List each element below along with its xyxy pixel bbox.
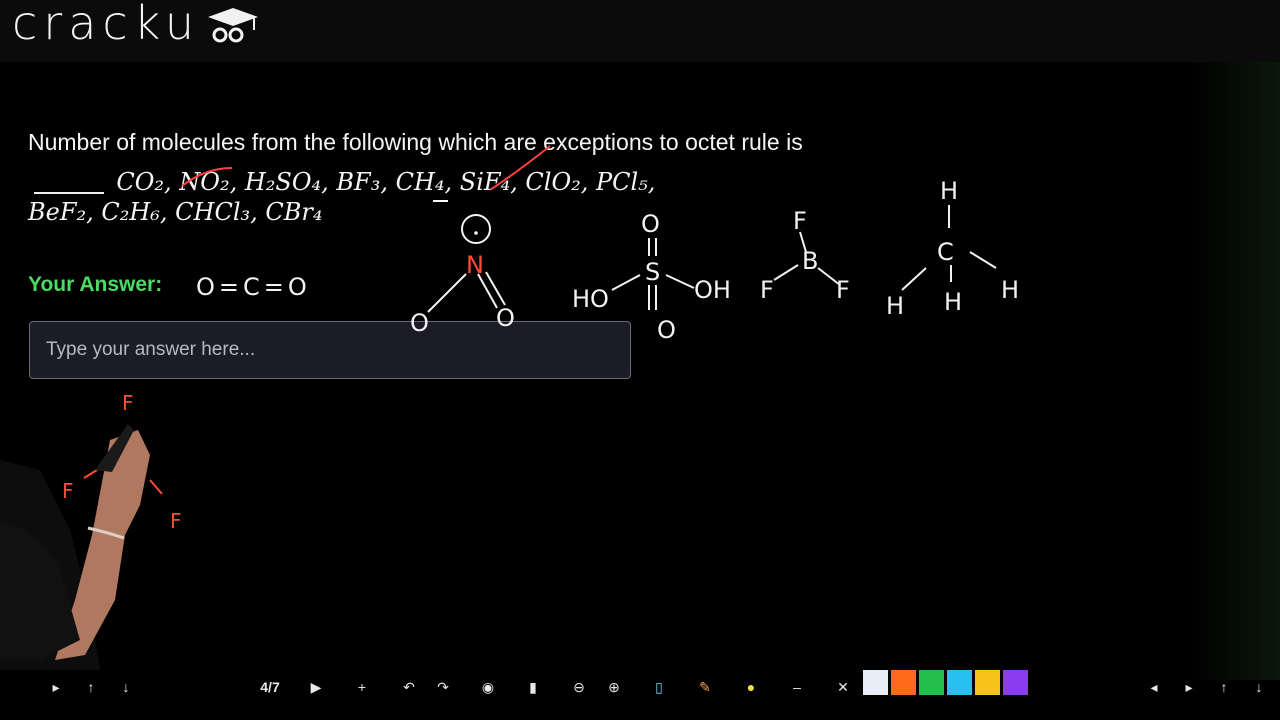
bf3-structure: F B F F [760,207,850,304]
svg-text:B: B [802,247,818,275]
zoom-out-icon[interactable]: ⊖ [568,670,590,704]
color-swatch[interactable] [947,670,972,695]
svg-text:H: H [944,288,962,316]
pen-icon[interactable]: ✎ [694,670,716,704]
svg-text:O: O [410,309,429,337]
svg-text:C: C [937,238,954,266]
play-icon[interactable]: ▸ [45,670,67,704]
plus-icon[interactable]: + [351,670,373,704]
arrow-down-icon[interactable]: ↓ [1248,670,1270,704]
svg-text:HO: HO [572,285,609,313]
next-icon[interactable]: ▶ [305,670,327,704]
eye-icon[interactable]: ◉ [477,670,499,704]
up-icon[interactable]: ↑ [80,670,102,704]
redo-icon[interactable]: ↷ [432,670,454,704]
color-swatch[interactable] [863,670,888,695]
svg-text:H: H [886,292,904,320]
h2so4-structure: O S O HO OH [572,210,731,344]
presenter-silhouette [0,424,150,670]
page-indicator: 4/7 [260,679,280,695]
down-icon[interactable]: ↓ [115,670,137,704]
color-swatch[interactable] [1003,670,1028,695]
svg-text:O: O [657,316,676,344]
page-icon[interactable]: ▮ [522,670,544,704]
next-nav-icon[interactable]: ▸ [1178,670,1200,704]
highlighter-icon[interactable]: ● [740,670,762,704]
color-swatch[interactable] [975,670,1000,695]
ch4-structure: H C H H H [886,177,1019,320]
arrow-up-icon[interactable]: ↑ [1213,670,1235,704]
svg-text:H: H [1001,276,1019,304]
bottom-toolbar: ▸ ↑ ↓ 4/7 ▶ + ↶ ↷ ◉ ▮ ⊖ ⊕ ▯ ✎ ● – ✕ ◂ ▸ … [0,670,1280,704]
svg-text:OH: OH [694,276,731,304]
trash-icon[interactable]: ▯ [648,670,670,704]
co2-structure: O=C=O [196,273,311,301]
svg-text:N: N [466,251,484,279]
color-swatch[interactable] [891,670,916,695]
svg-text:O=C=O: O=C=O [196,273,311,301]
no2-structure: N O O [410,214,515,337]
prev-nav-icon[interactable]: ◂ [1143,670,1165,704]
svg-text:F: F [760,276,774,304]
svg-text:O: O [641,210,660,238]
minus-icon[interactable]: – [786,670,808,704]
zoom-in-icon[interactable]: ⊕ [603,670,625,704]
color-swatch[interactable] [919,670,944,695]
svg-text:S: S [645,258,660,286]
svg-text:H: H [940,177,958,205]
svg-text:O: O [496,304,515,332]
svg-text:F: F [836,276,850,304]
svg-text:F: F [793,207,807,235]
close-icon[interactable]: ✕ [832,670,854,704]
undo-icon[interactable]: ↶ [398,670,420,704]
